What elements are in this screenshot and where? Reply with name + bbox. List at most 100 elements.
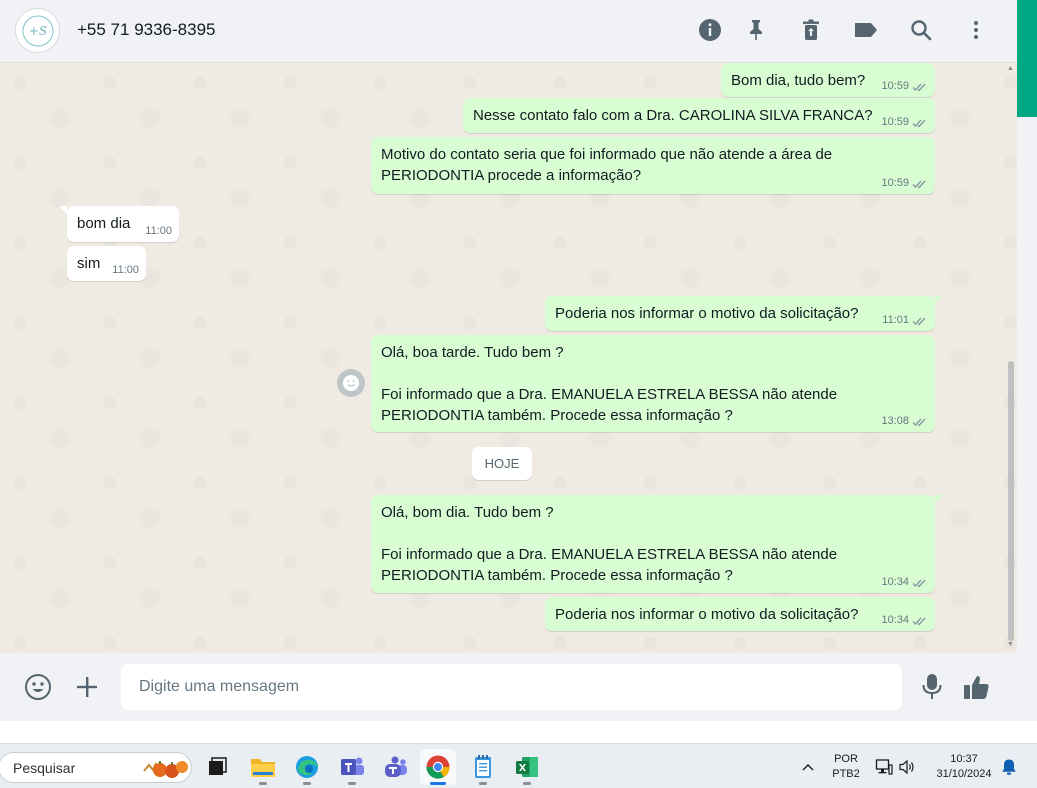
message-outgoing[interactable]: Olá, boa tarde. Tudo bem ? Foi informado… xyxy=(371,335,935,432)
info-icon[interactable] xyxy=(695,15,725,45)
edge-icon xyxy=(296,756,318,778)
plus-icon[interactable] xyxy=(71,671,103,703)
volume-icon[interactable] xyxy=(898,758,916,781)
window-gap xyxy=(0,721,1037,743)
network-icon[interactable] xyxy=(875,758,893,781)
message-meta: 10:59 xyxy=(881,177,928,190)
excel-icon xyxy=(516,757,538,777)
message-meta: 13:08 xyxy=(881,415,928,428)
running-indicator xyxy=(523,782,531,785)
message-text: sim xyxy=(77,255,101,272)
teams-classic-icon xyxy=(341,757,364,775)
message-outgoing[interactable]: Nesse contato falo com a Dra. CAROLINA S… xyxy=(463,98,935,133)
message-outgoing[interactable]: Poderia nos informar o motivo da solicit… xyxy=(545,296,943,331)
scroll-up-arrow-icon[interactable]: ▲ xyxy=(1007,65,1014,72)
taskbar-excel[interactable] xyxy=(509,749,545,785)
message-time: 11:01 xyxy=(882,314,909,326)
halloween-pumpkins-icon xyxy=(143,761,188,778)
taskbar-file-explorer[interactable] xyxy=(245,749,281,785)
read-ticks-icon xyxy=(912,83,926,91)
chat-header: +S +55 71 9336-8395 xyxy=(0,0,1017,63)
message-incoming[interactable]: sim 11:00 xyxy=(67,246,146,281)
read-ticks-icon xyxy=(912,579,926,587)
active-indicator xyxy=(430,782,446,785)
message-outgoing[interactable]: Olá, bom dia. Tudo bem ? Foi informado q… xyxy=(371,495,943,593)
message-meta: 11:00 xyxy=(145,225,172,238)
taskbar-teams[interactable] xyxy=(377,749,413,785)
clock-time: 10:37 xyxy=(950,753,978,765)
message-outgoing[interactable]: Motivo do contato seria que foi informad… xyxy=(371,137,935,194)
message-text: Poderia nos informar o motivo da solicit… xyxy=(555,305,859,322)
read-ticks-icon xyxy=(912,119,926,127)
menu-icon[interactable] xyxy=(961,15,991,45)
message-time: 11:00 xyxy=(112,264,139,276)
message-time: 13:08 xyxy=(881,415,909,427)
emoji-icon[interactable] xyxy=(22,671,54,703)
read-ticks-icon xyxy=(912,617,926,625)
bubble-tail xyxy=(935,296,943,304)
notification-bell-icon[interactable] xyxy=(1001,758,1017,781)
taskbar-task-view[interactable] xyxy=(199,749,235,785)
message-time: 10:59 xyxy=(881,177,909,189)
taskbar-chrome[interactable] xyxy=(420,749,456,785)
message-time: 11:00 xyxy=(145,225,172,237)
running-indicator xyxy=(303,782,311,785)
scroll-down-arrow-icon[interactable]: ▼ xyxy=(1007,641,1014,648)
taskbar-notepad[interactable] xyxy=(465,749,501,785)
message-meta: 10:34 xyxy=(881,576,928,589)
thumbs-up-icon[interactable] xyxy=(960,671,992,703)
chrome-icon xyxy=(426,755,450,779)
search-icon[interactable] xyxy=(906,15,936,45)
svg-text:+S: +S xyxy=(28,24,46,38)
teams-icon xyxy=(385,756,407,777)
tray-overflow-chevron-icon[interactable] xyxy=(799,758,817,776)
message-text: Bom dia, tudo bem? xyxy=(731,72,866,89)
whatsapp-window: +S +55 71 9336-8395 Bom dia, tudo bem? 1… xyxy=(0,0,1017,721)
pin-icon[interactable] xyxy=(741,15,771,45)
taskbar-search[interactable]: Pesquisar xyxy=(0,752,192,783)
read-ticks-icon xyxy=(912,180,926,188)
keyboard-layout: PTB2 xyxy=(832,768,860,780)
read-ticks-icon xyxy=(912,317,926,325)
message-text: Olá, bom dia. Tudo bem ? Foi informado q… xyxy=(381,504,838,584)
message-text: Nesse contato falo com a Dra. CAROLINA S… xyxy=(473,107,873,124)
message-input[interactable] xyxy=(121,664,902,710)
message-outgoing[interactable]: Poderia nos informar o motivo da solicit… xyxy=(545,597,935,631)
clock-date: 31/10/2024 xyxy=(936,768,992,780)
message-time: 10:59 xyxy=(881,80,909,92)
message-text: bom dia xyxy=(77,215,131,232)
running-indicator xyxy=(259,782,267,785)
task-view-icon xyxy=(209,757,227,775)
message-meta: 10:34 xyxy=(881,614,928,627)
running-indicator xyxy=(479,782,487,785)
taskbar-edge[interactable] xyxy=(289,749,325,785)
message-list[interactable]: Bom dia, tudo bem? 10:59 Nesse contato f… xyxy=(0,63,1017,653)
message-meta: 11:01 xyxy=(882,314,928,327)
bubble-tail xyxy=(935,495,943,503)
contact-avatar[interactable]: +S xyxy=(15,8,60,53)
chat-scrollbar[interactable]: ▲ ▼ xyxy=(1006,63,1016,653)
windows-taskbar: Pesquisar POR PTB2 10:37 31/10/2024 xyxy=(0,743,1037,788)
message-time: 10:34 xyxy=(881,576,909,588)
input-language-indicator[interactable]: POR PTB2 xyxy=(829,752,863,782)
smiley-icon xyxy=(343,375,359,391)
message-incoming[interactable]: bom dia 11:00 xyxy=(59,206,179,242)
label-icon[interactable] xyxy=(851,15,881,45)
taskbar-search-label: Pesquisar xyxy=(13,760,76,776)
scroll-thumb[interactable] xyxy=(1008,361,1014,641)
contact-name[interactable]: +55 71 9336-8395 xyxy=(77,20,216,40)
folder-icon xyxy=(251,759,275,777)
bubble-tail xyxy=(59,206,67,214)
message-text: Olá, boa tarde. Tudo bem ? Foi informado… xyxy=(381,344,838,424)
delete-icon[interactable] xyxy=(796,15,826,45)
microphone-icon[interactable] xyxy=(916,671,948,703)
react-emoji-button[interactable] xyxy=(337,369,365,397)
message-meta: 11:00 xyxy=(112,264,139,277)
taskbar-teams-classic[interactable] xyxy=(334,749,370,785)
message-outgoing[interactable]: Bom dia, tudo bem? 10:59 xyxy=(721,63,935,97)
read-ticks-icon xyxy=(912,418,926,426)
message-time: 10:59 xyxy=(881,116,909,128)
taskbar-clock[interactable]: 10:37 31/10/2024 xyxy=(924,752,1004,782)
date-divider: HOJE xyxy=(472,447,532,480)
message-meta: 10:59 xyxy=(881,116,928,129)
